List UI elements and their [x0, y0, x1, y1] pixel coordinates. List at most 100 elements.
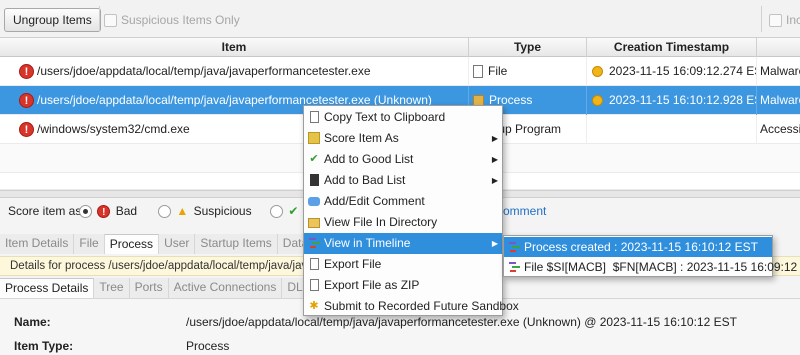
- menu-item-add-to-good-list[interactable]: ✔ Add to Good List ▶: [304, 149, 502, 170]
- checkmark-icon: ✔: [309, 153, 319, 165]
- radio-button: [79, 205, 92, 219]
- table-header: Item Type Creation Timestamp: [0, 38, 800, 57]
- column-header-item[interactable]: Item: [0, 38, 469, 57]
- submenu-arrow-icon: ▶: [491, 155, 498, 164]
- item-timestamp: [587, 115, 757, 144]
- timeline-submenu: Process created : 2023-11-15 16:10:12 ES…: [503, 235, 797, 277]
- column-header-type[interactable]: Type: [469, 38, 587, 57]
- score-icon: [308, 132, 320, 144]
- item-path: /windows/system32/cmd.exe: [37, 122, 190, 136]
- item-extra: Malware: [760, 64, 800, 78]
- item-type: File: [488, 64, 508, 78]
- toolbar-separator: [99, 6, 100, 32]
- score-bad-label: Bad: [115, 204, 138, 218]
- score-suspicious-option[interactable]: ▲ Suspicious: [158, 204, 252, 219]
- name-value: /users/jdoe/appdata/local/temp/java/java…: [186, 315, 737, 329]
- submenu-item-label: File $SI[MACB] $FN[MACB] : 2023-11-15 16…: [524, 260, 800, 274]
- ungroup-items-button[interactable]: Ungroup Items: [4, 8, 101, 32]
- toolbar-separator: [761, 6, 762, 32]
- radio-button: [158, 205, 171, 219]
- radio-button: [270, 205, 283, 219]
- document-icon: [310, 111, 319, 123]
- file-icon: [473, 65, 483, 79]
- tab-startup-items[interactable]: Startup Items: [195, 234, 278, 254]
- menu-item-label: Copy Text to Clipboard: [324, 110, 446, 124]
- menu-item-view-file-in-directory[interactable]: View File In Directory: [304, 212, 502, 233]
- menu-item-label: Export File as ZIP: [324, 278, 420, 292]
- include-label: Inc: [786, 13, 800, 27]
- process-subtabs: Process Details Tree Ports Active Connec…: [0, 278, 322, 298]
- timeline-icon: [309, 238, 320, 248]
- context-menu: Copy Text to Clipboard Score Item As ▶ ✔…: [303, 105, 519, 317]
- submenu-item-file-macb[interactable]: File $SI[MACB] $FN[MACB] : 2023-11-15 16…: [504, 257, 797, 277]
- submenu-item-label: Process created : 2023-11-15 16:10:12 ES…: [524, 240, 758, 254]
- suspicious-items-only-checkbox[interactable]: Suspicious Items Only: [104, 13, 240, 27]
- item-tabs: Item Details File Process User Startup I…: [0, 234, 325, 254]
- checkbox-box: [104, 13, 117, 27]
- checkbox-box: [769, 13, 782, 27]
- menu-item-view-in-timeline[interactable]: View in Timeline ▶: [304, 233, 502, 254]
- item-type-value: Process: [186, 339, 230, 353]
- tab-file[interactable]: File: [74, 234, 105, 254]
- column-header-creation-timestamp[interactable]: Creation Timestamp: [587, 38, 757, 57]
- subtab-tree[interactable]: Tree: [94, 278, 130, 298]
- menu-item-copy-text[interactable]: Copy Text to Clipboard: [304, 107, 502, 128]
- bad-score-icon: !: [19, 64, 34, 80]
- item-timestamp: 2023-11-15 16:10:12.928 EST: [609, 93, 757, 107]
- menu-item-label: Add to Bad List: [324, 173, 406, 187]
- warning-dot-icon: [592, 66, 603, 78]
- item-extra: Malware: [760, 93, 800, 107]
- subtab-active-connections[interactable]: Active Connections: [168, 278, 283, 298]
- zip-icon: [310, 279, 319, 291]
- menu-item-label: Score Item As: [324, 131, 399, 145]
- bad-icon: !: [97, 205, 111, 219]
- menu-item-label: Submit to Recorded Future Sandbox: [324, 299, 519, 313]
- suspicious-items-only-label: Suspicious Items Only: [121, 13, 240, 27]
- bad-score-icon: !: [19, 93, 34, 109]
- score-suspicious-label: Suspicious: [193, 204, 252, 218]
- include-checkbox[interactable]: Inc: [769, 13, 800, 27]
- menu-item-add-edit-comment[interactable]: Add/Edit Comment: [304, 191, 502, 212]
- menu-item-label: View File In Directory: [324, 215, 438, 229]
- warning-dot-icon: [592, 95, 603, 107]
- tab-item-details[interactable]: Item Details: [0, 234, 75, 254]
- checkmark-icon: ✔: [288, 204, 299, 218]
- menu-item-label: View in Timeline: [324, 236, 411, 250]
- table-row[interactable]: !/users/jdoe/appdata/local/temp/java/jav…: [0, 57, 800, 86]
- bad-score-icon: !: [19, 122, 34, 138]
- sandbox-icon: ✱: [309, 300, 319, 312]
- submenu-item-process-created[interactable]: Process created : 2023-11-15 16:10:12 ES…: [504, 237, 772, 257]
- tab-process[interactable]: Process: [104, 234, 160, 254]
- subtab-process-details[interactable]: Process Details: [0, 278, 95, 298]
- menu-item-export-file[interactable]: Export File: [304, 254, 502, 275]
- comment-icon: [308, 197, 320, 206]
- item-extra: Accessibi: [760, 122, 800, 136]
- submenu-arrow-icon: ▶: [491, 176, 498, 185]
- menu-item-score-item-as[interactable]: Score Item As ▶: [304, 128, 502, 149]
- menu-item-add-to-bad-list[interactable]: Add to Bad List ▶: [304, 170, 502, 191]
- item-timestamp: 2023-11-15 16:09:12.274 EST: [609, 64, 757, 78]
- timeline-icon: [509, 262, 520, 272]
- item-path: /users/jdoe/appdata/local/temp/java/java…: [37, 64, 371, 78]
- name-label: Name:: [14, 315, 51, 329]
- export-icon: [310, 258, 319, 270]
- submenu-arrow-icon: ▶: [491, 134, 498, 143]
- menu-item-label: Export File: [324, 257, 382, 271]
- menu-item-label: Add/Edit Comment: [324, 194, 425, 208]
- bad-list-icon: [310, 174, 319, 186]
- subtab-ports[interactable]: Ports: [129, 278, 169, 298]
- submenu-arrow-icon: ▶: [491, 239, 498, 248]
- score-bad-option[interactable]: ! Bad: [79, 204, 138, 219]
- warning-triangle-icon: ▲: [176, 204, 189, 218]
- toolbar: Ungroup Items Suspicious Items Only Inc: [0, 0, 800, 38]
- column-header-extra[interactable]: [757, 38, 800, 57]
- folder-icon: [308, 218, 320, 228]
- menu-item-label: Add to Good List: [324, 152, 414, 166]
- timeline-icon: [509, 242, 520, 252]
- menu-item-export-file-as-zip[interactable]: Export File as ZIP: [304, 275, 502, 296]
- score-good-option[interactable]: ✔: [270, 204, 299, 219]
- menu-item-submit-sandbox[interactable]: ✱ Submit to Recorded Future Sandbox: [304, 296, 518, 317]
- add-comment-link[interactable]: omment: [503, 204, 546, 218]
- score-item-as-label: Score item as: [8, 204, 82, 218]
- tab-user[interactable]: User: [159, 234, 196, 254]
